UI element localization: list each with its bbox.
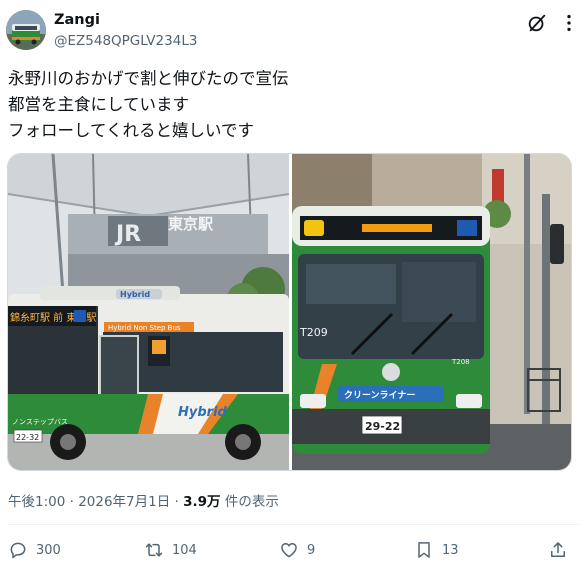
share-icon bbox=[551, 542, 565, 557]
author-handle[interactable]: @EZ548QPGLV234L3 bbox=[54, 33, 197, 49]
plate-1: 22-32 bbox=[16, 433, 39, 442]
bookmark-icon bbox=[418, 542, 430, 558]
tweet-header: Zangi @EZ548QPGLV234L3 bbox=[6, 8, 581, 52]
bus-front-illustration: T209 T208 クリーンライナー 29-22 bbox=[292, 154, 571, 470]
views-label: 件の表示 bbox=[220, 494, 279, 510]
tweet-text: 永野川のおかげで割と伸びたので宣伝 都営を主食にしています フォローしてくれると… bbox=[8, 66, 578, 144]
tweet-line-1: 永野川のおかげで割と伸びたので宣伝 bbox=[8, 69, 289, 88]
timestamp[interactable]: 午後1:00 · 2026年7月1日 · bbox=[8, 494, 183, 510]
photo-bus-front[interactable]: T209 T208 クリーンライナー 29-22 bbox=[292, 154, 571, 470]
fleet-number-front: T208 bbox=[451, 358, 470, 366]
svg-text:JR: JR bbox=[114, 222, 141, 247]
repost-count: 104 bbox=[172, 542, 197, 558]
action-bar: 300 104 9 13 bbox=[0, 538, 587, 564]
more-options-button[interactable] bbox=[558, 12, 582, 36]
bookmark-button[interactable]: 13 bbox=[414, 538, 459, 562]
reply-icon bbox=[10, 542, 26, 559]
company-label: ノンステップバス bbox=[12, 418, 68, 426]
station-sign: 東京駅 bbox=[168, 215, 214, 233]
roof-badge: Hybrid bbox=[120, 290, 150, 299]
grok-icon bbox=[528, 14, 546, 32]
photo-bus-side[interactable]: JR 東京駅 Hybrid 錦糸町駅 前 東京駅 Hybrid Non Step… bbox=[8, 154, 289, 470]
bus-side-illustration: JR 東京駅 Hybrid 錦糸町駅 前 東京駅 Hybrid Non Step… bbox=[8, 154, 289, 470]
fleet-number: T209 bbox=[299, 326, 328, 339]
tweet-media: JR 東京駅 Hybrid 錦糸町駅 前 東京駅 Hybrid Non Step… bbox=[7, 153, 572, 471]
repost-icon bbox=[145, 543, 163, 557]
heart-icon bbox=[281, 543, 297, 558]
like-button[interactable]: 9 bbox=[279, 538, 315, 562]
reply-count: 300 bbox=[36, 542, 61, 558]
author-name[interactable]: Zangi bbox=[54, 12, 100, 28]
plate-2: 29-22 bbox=[365, 420, 400, 433]
grille-label: クリーンライナー bbox=[344, 390, 415, 401]
bookmark-count: 13 bbox=[442, 542, 459, 558]
like-count: 9 bbox=[307, 542, 316, 558]
tweet-line-2: 都営を主食にしています bbox=[8, 95, 190, 114]
bus-avatar-icon bbox=[6, 10, 46, 50]
tweet-line-3: フォローしてくれると嬉しいです bbox=[8, 121, 255, 140]
tweet-metadata: 午後1:00 · 2026年7月1日 · 3.9万 件の表示 bbox=[8, 490, 279, 510]
more-vertical-icon bbox=[567, 14, 571, 32]
share-button[interactable] bbox=[548, 538, 568, 562]
repost-button[interactable]: 104 bbox=[144, 538, 197, 562]
body-label: Hybrid bbox=[178, 405, 228, 420]
views-count[interactable]: 3.9万 bbox=[183, 494, 220, 510]
side-text: Hybrid Non Step Bus bbox=[108, 324, 181, 332]
avatar[interactable] bbox=[6, 10, 46, 50]
divider bbox=[8, 524, 579, 525]
reply-button[interactable]: 300 bbox=[8, 538, 61, 562]
grok-button[interactable] bbox=[526, 12, 550, 36]
